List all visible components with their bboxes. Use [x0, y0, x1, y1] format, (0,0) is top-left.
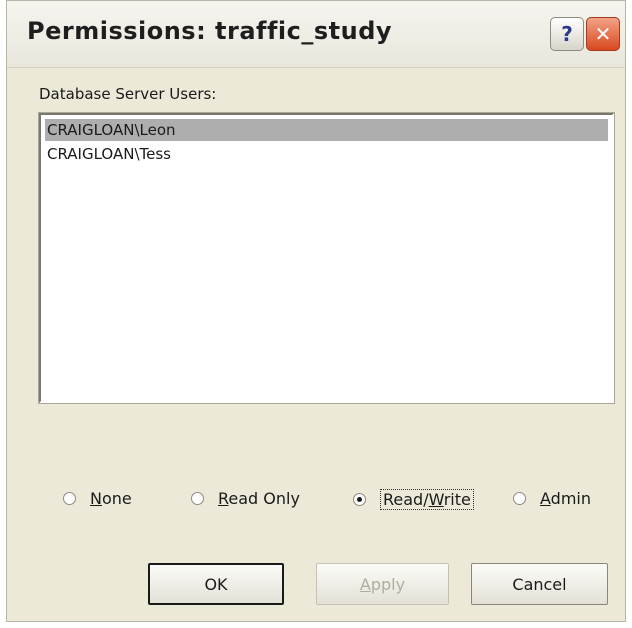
radio-admin[interactable]: Admin	[513, 489, 591, 508]
radio-read-only[interactable]: Read Only	[191, 489, 300, 508]
user-list-item[interactable]: CRAIGLOAN\Leon	[45, 119, 608, 141]
apply-button[interactable]: Apply	[316, 563, 449, 605]
radio-read-write-label: Read/Write	[380, 489, 474, 510]
radio-none-label: None	[90, 489, 132, 508]
users-listbox[interactable]: CRAIGLOAN\Leon CRAIGLOAN\Tess	[39, 113, 614, 403]
radio-icon[interactable]	[513, 492, 526, 505]
title-bar[interactable]: Permissions: traffic_study ? ✕	[7, 1, 625, 68]
help-icon: ?	[561, 22, 573, 46]
permissions-dialog: Permissions: traffic_study ? ✕ Database …	[6, 0, 626, 622]
user-list-item[interactable]: CRAIGLOAN\Tess	[45, 143, 608, 165]
radio-icon[interactable]	[191, 492, 204, 505]
help-button[interactable]: ?	[550, 17, 584, 51]
radio-read-write[interactable]: Read/Write	[353, 489, 474, 510]
cancel-button[interactable]: Cancel	[471, 563, 608, 605]
dialog-title: Permissions: traffic_study	[27, 17, 393, 45]
radio-none[interactable]: None	[63, 489, 132, 508]
radio-read-only-label: Read Only	[218, 489, 300, 508]
ok-button[interactable]: OK	[148, 563, 284, 605]
users-label: Database Server Users:	[39, 85, 217, 103]
radio-icon[interactable]	[63, 492, 76, 505]
close-button[interactable]: ✕	[586, 17, 620, 51]
close-icon: ✕	[594, 22, 612, 46]
radio-admin-label: Admin	[540, 489, 591, 508]
radio-icon[interactable]	[353, 493, 366, 506]
